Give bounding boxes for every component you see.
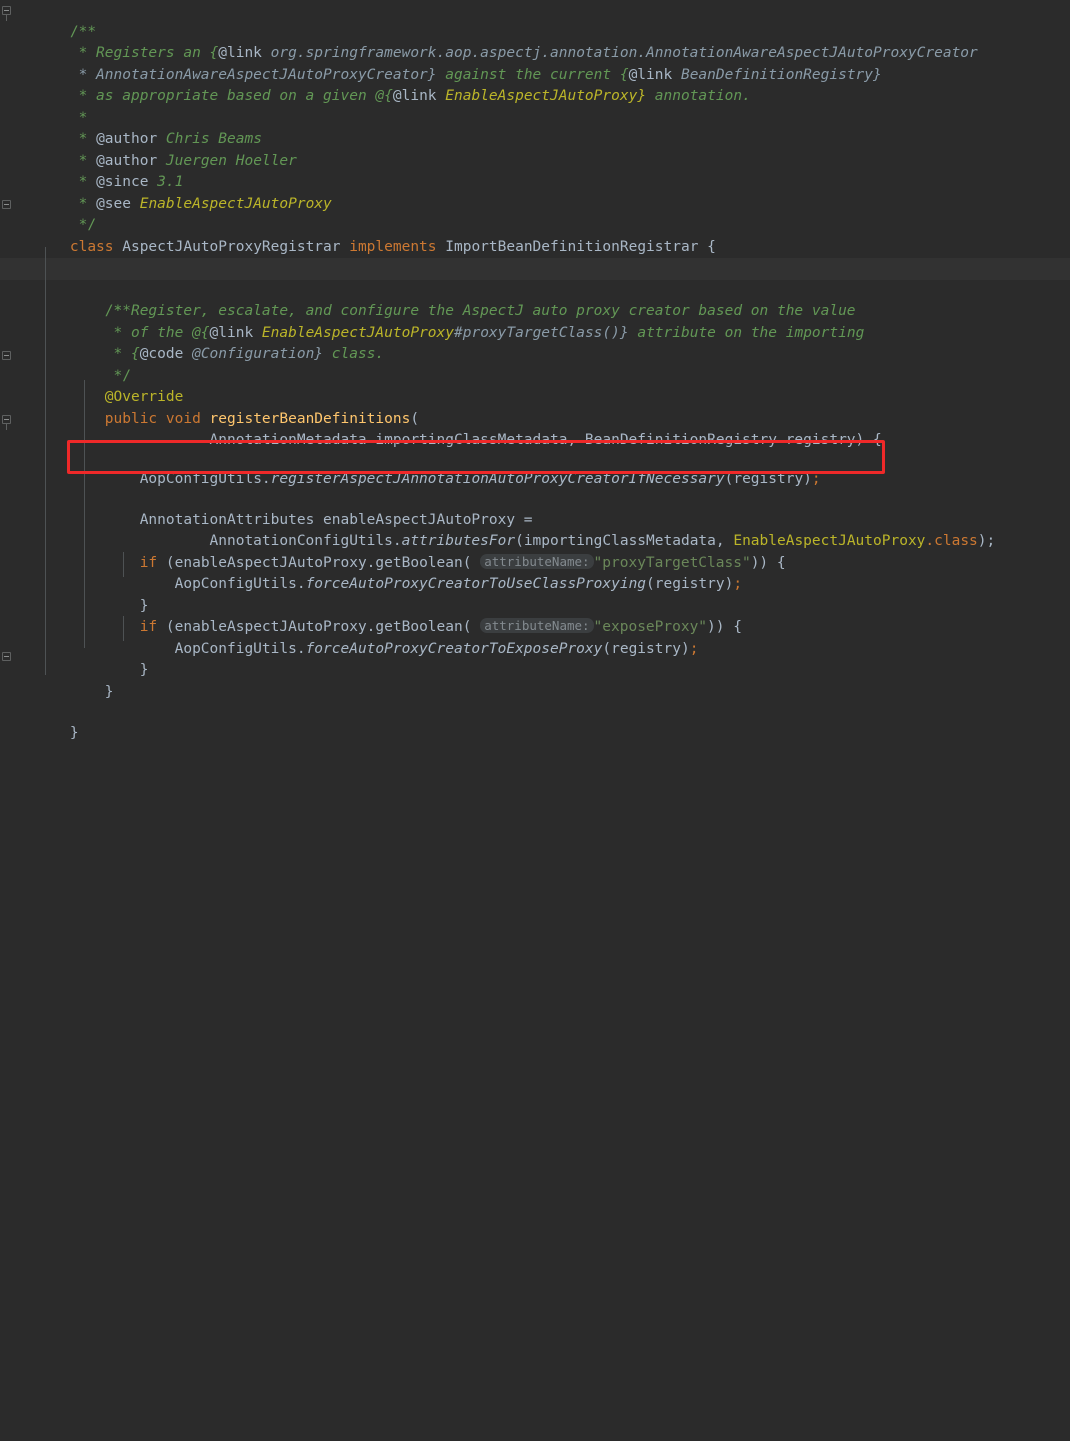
implemented-interface: ImportBeanDefinitionRegistrar {	[436, 238, 716, 255]
statement-tail: );	[977, 533, 996, 549]
code-line-current[interactable]: /**	[0, 258, 1070, 319]
javadoc-tag-since: @since	[96, 174, 149, 190]
javadoc-link-highlight: EnableAspectJAutoProxy}	[436, 88, 647, 104]
code-line[interactable]: AnnotationAttributes enableAspectJAutoPr…	[0, 488, 533, 528]
string-literal: "exposeProxy"	[593, 619, 708, 635]
code-line-blank[interactable]	[0, 682, 9, 704]
javadoc-link-member: #proxyTargetClass()}	[454, 324, 629, 341]
method-close-brace: }	[104, 683, 114, 700]
class-close-brace: }	[69, 724, 79, 741]
javadoc-link-target: * AnnotationAwareAspectJAutoProxyCreator…	[69, 66, 437, 83]
block-close-brace: }	[139, 597, 149, 614]
javadoc-tag-see: @see	[96, 195, 131, 212]
javadoc-tag-link: @link	[218, 45, 262, 61]
string-literal: "proxyTargetClass"	[593, 554, 751, 571]
javadoc-code-content: @Configuration}	[183, 346, 324, 362]
static-method-call: forceAutoProxyCreatorToExposeProxy	[305, 640, 603, 657]
call-arguments: (importingClassMetadata,	[515, 533, 734, 549]
dot-class: .class	[925, 533, 978, 549]
javadoc-since-value: 3.1	[148, 174, 184, 190]
javadoc-author-name: Juergen Hoeller	[157, 152, 297, 169]
current-line-highlight	[0, 258, 1070, 280]
javadoc-text: * Registers an {	[69, 45, 219, 61]
code-line[interactable]: * Registers an {@link org.springframewor…	[0, 22, 978, 61]
call-arguments: (registry)	[646, 576, 734, 592]
code-line[interactable]: * Register, escalate, and configure the …	[0, 280, 856, 319]
javadoc-open: /**	[69, 23, 97, 40]
semicolon: ;	[733, 576, 743, 592]
call-arguments: (registry)	[724, 470, 812, 487]
class-name: AspectJAutoProxyRegistrar	[113, 238, 350, 255]
indent-guide-level-1	[45, 247, 46, 675]
keyword-implements: implements	[349, 238, 437, 255]
override-annotation: @Override	[104, 389, 184, 405]
code-line[interactable]: }	[0, 701, 79, 741]
code-line-blank[interactable]	[0, 237, 9, 259]
javadoc-text: *	[69, 109, 88, 126]
javadoc-text: * as appropriate based on a given @{	[69, 88, 393, 104]
if-condition: (enableAspectJAutoProxy.getBoolean(	[157, 554, 481, 571]
block-close-brace: }	[139, 662, 149, 678]
javadoc-link-target: org.springframework.aop.aspectj.annotati…	[261, 45, 978, 61]
static-receiver: AopConfigUtils.	[174, 640, 306, 657]
method-name: registerBeanDefinitions	[209, 410, 411, 427]
javadoc-tag-author: @author	[96, 131, 158, 147]
javadoc-text: * Register, escalate, and configure the …	[104, 303, 856, 319]
local-var-declaration: AnnotationAttributes enableAspectJAutoPr…	[139, 511, 533, 528]
keyword-if: if	[139, 554, 158, 571]
javadoc-text: annotation.	[646, 88, 751, 104]
javadoc-tag-author: @author	[96, 152, 158, 169]
javadoc-text: attribute on the importing	[628, 324, 865, 341]
javadoc-tag-code: @code	[139, 346, 184, 362]
keyword-class: class	[69, 238, 114, 255]
semicolon: ;	[689, 640, 699, 657]
code-surface[interactable]: /** * Registers an {@link org.springfram…	[0, 0, 1070, 743]
javadoc-tag-link: @link	[392, 88, 437, 104]
static-method-call: registerAspectJAnnotationAutoProxyCreato…	[270, 470, 725, 487]
static-method-call: attributesFor	[401, 533, 516, 549]
code-line[interactable]: * @author Chris Beams	[0, 108, 262, 147]
static-receiver: AopConfigUtils.	[139, 470, 271, 487]
if-condition-tail: )) {	[750, 554, 786, 571]
javadoc-text: against the current {	[436, 66, 629, 83]
code-line-blank[interactable]	[0, 469, 9, 491]
javadoc-link-target: BeanDefinitionRegistry}	[672, 66, 882, 83]
code-line-class-declaration[interactable]: class AspectJAutoProxyRegistrar implemen…	[0, 215, 716, 255]
inline-parameter-hint[interactable]: attributeName:	[480, 618, 594, 633]
code-line-highlighted-statement[interactable]: AopConfigUtils.registerAspectJAnnotation…	[0, 447, 821, 487]
static-receiver: AnnotationConfigUtils.	[209, 533, 402, 549]
static-method-call: forceAutoProxyCreatorToUseClassProxying	[305, 576, 647, 592]
javadoc-text: * {	[104, 346, 140, 362]
inline-parameter-hint[interactable]: attributeName:	[480, 553, 594, 569]
keyword-if: if	[139, 619, 158, 635]
javadoc-close: */	[104, 367, 131, 384]
javadoc-close: */	[69, 217, 97, 233]
code-editor[interactable]: /** * Registers an {@link org.springfram…	[0, 0, 1070, 743]
javadoc-tag-link: @link	[209, 324, 254, 341]
javadoc-see-value: EnableAspectJAutoProxy	[130, 195, 332, 212]
javadoc-link-highlight: EnableAspectJAutoProxy	[253, 324, 454, 341]
class-literal-ref: EnableAspectJAutoProxy	[733, 533, 926, 549]
method-modifiers: public void	[104, 410, 210, 427]
semicolon: ;	[811, 470, 821, 487]
javadoc-text: * of the @{	[104, 324, 210, 341]
if-condition-tail: )) {	[707, 619, 742, 635]
static-receiver: AopConfigUtils.	[174, 576, 306, 592]
open-paren: (	[410, 410, 420, 427]
javadoc-text: class.	[323, 346, 385, 362]
javadoc-author-name: Chris Beams	[157, 131, 262, 147]
if-condition: (enableAspectJAutoProxy.getBoolean(	[157, 619, 481, 635]
call-arguments: (registry)	[602, 640, 690, 657]
method-parameters: AnnotationMetadata importingClassMetadat…	[209, 432, 882, 448]
code-line[interactable]: /**	[0, 0, 96, 40]
javadoc-tag-link: @link	[628, 66, 673, 83]
